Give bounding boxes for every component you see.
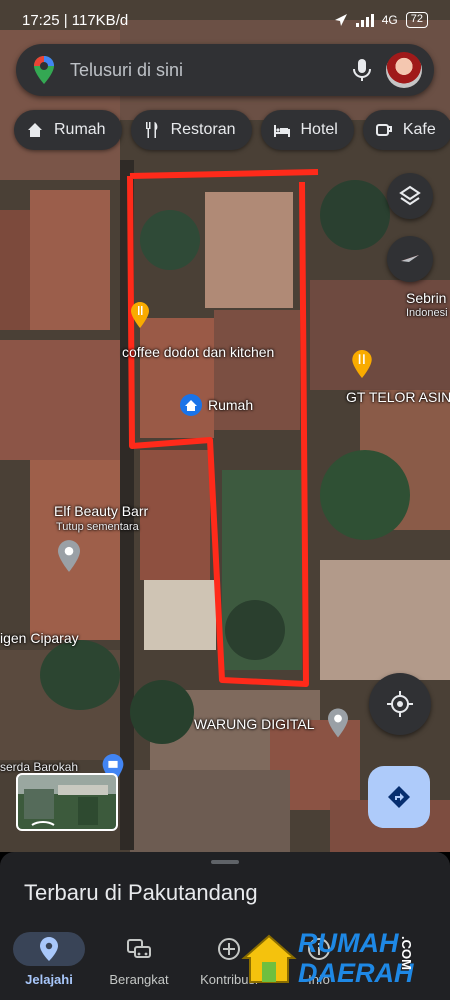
watermark-line1: RUMAH [298, 928, 399, 958]
home-icon [28, 123, 42, 137]
search-bar[interactable]: Telusuri di sini [16, 44, 434, 96]
place-pin-icon[interactable] [58, 540, 80, 572]
chip-home[interactable]: Rumah [14, 110, 122, 150]
nav-label: Berangkat [109, 972, 169, 987]
restaurant-icon [145, 122, 157, 138]
map-label-elf-status: Tutup sementara [56, 521, 139, 533]
restaurant-pin-icon[interactable] [131, 302, 149, 328]
compass-icon [401, 255, 419, 262]
status-bar: 17:25 | 117KB/d 4G 72 [0, 0, 450, 40]
car-icon [127, 939, 151, 958]
nav-label: Jelajahi [25, 972, 73, 987]
nav-icon-wrap [103, 932, 175, 966]
watermark-logo: RUMAH DAERAH .COM [240, 918, 440, 996]
chip-cafe[interactable]: Kafe [362, 110, 450, 150]
nav-go[interactable]: Berangkat [94, 926, 184, 1000]
maps-logo-icon [34, 56, 54, 84]
my-location-button[interactable] [369, 673, 431, 735]
map-label-coffee[interactable]: coffee dodot dan kitchen [122, 344, 274, 360]
chip-restaurant[interactable]: Restoran [130, 110, 252, 150]
directions-button[interactable] [368, 766, 430, 828]
chip-label: Rumah [54, 121, 106, 138]
nav-explore[interactable]: Jelajahi [4, 926, 94, 1000]
map-label-warung[interactable]: WARUNG DIGITAL [194, 716, 315, 732]
house-logo-icon [241, 934, 297, 983]
layers-icon [399, 185, 421, 206]
map-label-berkah[interactable]: serda Barokah [0, 760, 78, 774]
map-label-home[interactable]: Rumah [208, 397, 253, 413]
location-arrow-icon [334, 14, 347, 26]
microphone-icon[interactable] [352, 58, 372, 82]
watermark-line2: DAERAH [298, 958, 414, 988]
street-view-icon [24, 785, 108, 826]
map-label-gt-telor[interactable]: GT TELOR ASIN [346, 389, 450, 405]
cafe-icon [375, 124, 392, 136]
compass-button[interactable] [387, 236, 433, 282]
watermark-suffix: .COM [399, 936, 414, 970]
restaurant-pin-icon[interactable] [352, 350, 372, 378]
category-chips: Rumah Restoran Hotel Kafe [14, 110, 450, 150]
battery-level: 72 [405, 12, 428, 28]
home-pin-icon[interactable] [180, 394, 202, 416]
layers-button[interactable] [387, 173, 433, 219]
signal-icon [355, 14, 374, 27]
status-icons: 4G 72 [334, 12, 428, 28]
sheet-title: Terbaru di Pakutandang [24, 880, 258, 905]
status-time-speed: 17:25 | 117KB/d [22, 11, 129, 29]
place-pin-icon[interactable] [328, 708, 348, 738]
map-label-indonesia: Indonesi [406, 307, 448, 319]
location-pin-icon [40, 937, 58, 961]
map-label-sebrin[interactable]: Sebrin [406, 290, 446, 306]
chip-label: Restoran [170, 121, 236, 138]
map-label-elf-beauty[interactable]: Elf Beauty Barr [54, 503, 148, 519]
map-label-ciparay[interactable]: igen Ciparay [0, 630, 79, 646]
chip-hotel[interactable]: Hotel [260, 110, 354, 150]
sheet-drag-handle[interactable] [211, 860, 239, 864]
nav-icon-wrap [13, 932, 85, 966]
search-input[interactable]: Telusuri di sini [70, 60, 352, 81]
directions-icon [388, 786, 410, 808]
avatar[interactable] [386, 52, 422, 88]
crosshair-icon [387, 691, 413, 717]
network-type: 4G [381, 13, 398, 27]
street-view-thumbnail[interactable] [16, 773, 118, 831]
add-circle-icon [218, 938, 240, 960]
hotel-icon [273, 125, 290, 137]
chip-label: Kafe [402, 121, 436, 138]
chip-label: Hotel [300, 121, 338, 138]
